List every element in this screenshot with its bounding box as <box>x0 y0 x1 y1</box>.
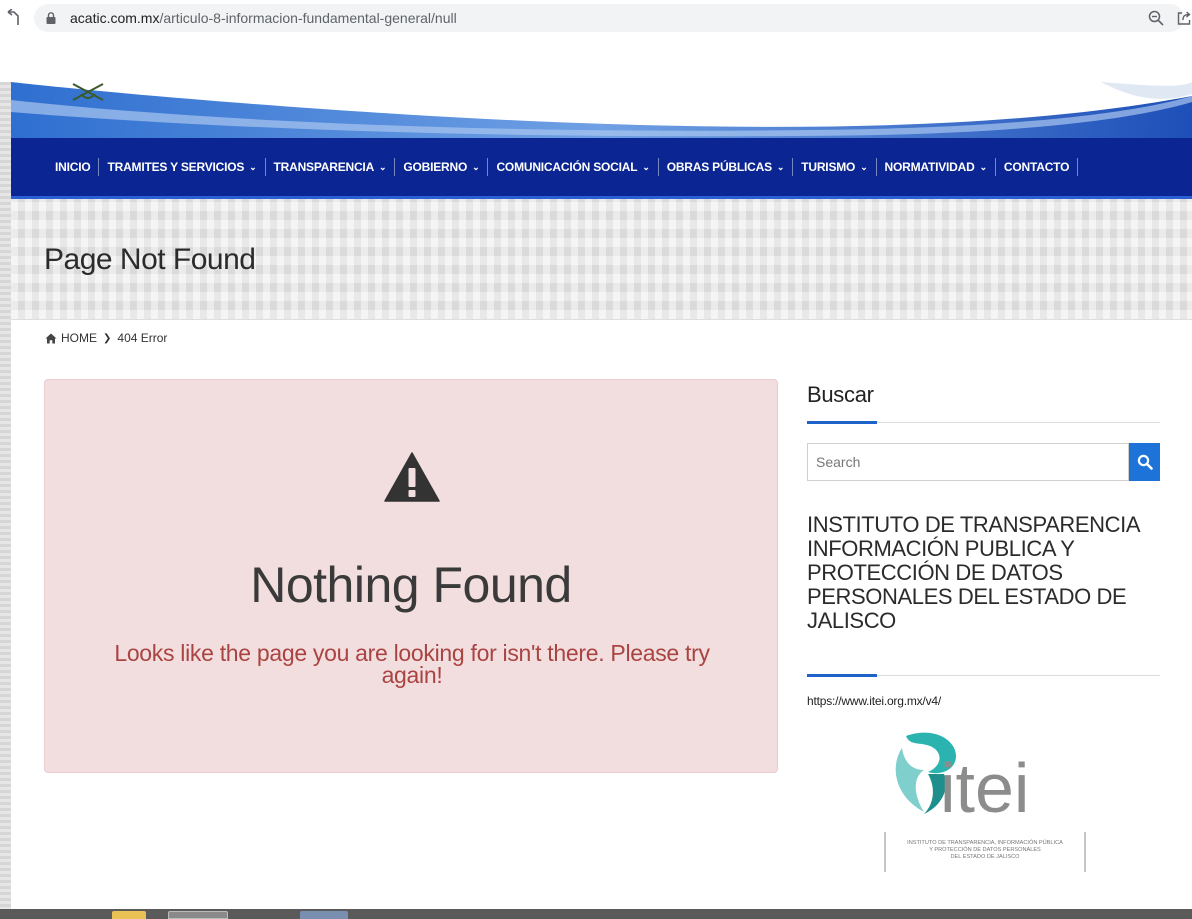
nav-item-label: TRAMITES Y SERVICIOS <box>107 160 245 174</box>
nav-item-contacto[interactable]: CONTACTO <box>996 158 1079 176</box>
nav-item-turismo[interactable]: TURISMO ⌄ <box>793 158 877 176</box>
main-navbar: INICIO TRAMITES Y SERVICIOS ⌄ TRANSPARENCIA… <box>11 138 1192 199</box>
breadcrumb-home-link[interactable]: HOME <box>61 331 97 345</box>
breadcrumb: HOME ❯ 404 Error <box>45 331 167 345</box>
nav-item-label: INICIO <box>55 160 91 174</box>
url-host: acatic.com.mx <box>70 10 160 26</box>
chevron-down-icon: ⌄ <box>249 162 257 172</box>
nav-item-label: COMUNICACIÓN SOCIAL <box>496 160 638 174</box>
nav-item-obras-públicas[interactable]: OBRAS PÚBLICAS ⌄ <box>659 158 794 176</box>
chevron-right-icon: ❯ <box>103 332 112 344</box>
share-icon[interactable] <box>1176 10 1192 26</box>
logo-caption-line-1: INSTITUTO DE TRANSPARENCIA, INFORMACIÓN … <box>907 839 1063 846</box>
nav-item-label: NORMATIVIDAD <box>884 160 975 174</box>
url-path: /articulo-8-informacion-fundamental-gene… <box>159 10 457 26</box>
itei-widget-heading: INSTITUTO DE TRANSPARENCIA INFORMACIÓN P… <box>807 512 1139 633</box>
page-title-band: Page Not Found <box>11 199 1192 320</box>
home-icon <box>45 333 57 343</box>
taskbar-app-icon[interactable] <box>300 911 348 919</box>
lock-icon <box>46 12 56 24</box>
itei-wordmark: itei <box>940 749 1029 827</box>
nav-item-label: CONTACTO <box>1003 160 1070 174</box>
not-found-message: Looks like the page you are looking for … <box>114 640 710 688</box>
nav-item-label: TRANSPARENCIA <box>273 160 375 174</box>
search-input[interactable] <box>807 443 1129 481</box>
nav-item-label: GOBIERNO <box>403 160 468 174</box>
zoom-icon[interactable] <box>1148 10 1164 26</box>
back-arrow-icon[interactable] <box>6 9 20 27</box>
search-button[interactable] <box>1129 443 1160 481</box>
chevron-down-icon: ⌄ <box>472 162 480 172</box>
header-banner <box>11 82 1192 138</box>
nav-menu: INICIO TRAMITES Y SERVICIOS ⌄ TRANSPARENCIA… <box>55 138 1079 196</box>
page-title: Page Not Found <box>44 243 256 276</box>
nav-item-inicio[interactable]: INICIO <box>55 158 100 176</box>
logo-caption-line-3: DEL ESTADO DE JALISCO <box>950 854 1020 860</box>
taskbar-browser-icon[interactable] <box>168 911 228 919</box>
nav-item-label: OBRAS PÚBLICAS <box>666 160 772 174</box>
breadcrumb-current: 404 Error <box>117 331 168 345</box>
taskbar-folder-icon[interactable] <box>112 911 146 919</box>
chevron-down-icon: ⌄ <box>379 162 387 172</box>
nav-item-label: TURISMO <box>801 160 856 174</box>
url-box[interactable]: acatic.com.mx/articulo-8-informacion-fun… <box>34 4 1191 32</box>
nav-item-gobierno[interactable]: GOBIERNO ⌄ <box>395 158 489 176</box>
search-widget-title: Buscar <box>807 382 874 407</box>
chevron-down-icon: ⌄ <box>776 162 785 172</box>
banner-wave-graphic <box>11 82 1192 138</box>
not-found-alert: Nothing Found Looks like the page you ar… <box>44 379 778 773</box>
divider-accent <box>807 421 877 424</box>
chevron-down-icon: ⌄ <box>860 162 868 172</box>
nav-item-normatividad[interactable]: NORMATIVIDAD ⌄ <box>877 158 996 176</box>
itei-link[interactable]: https://www.itei.org.mx/v4/ <box>807 694 941 708</box>
nav-item-transparencia[interactable]: TRANSPARENCIA ⌄ <box>266 158 396 176</box>
nav-item-tramites-y-servicios[interactable]: TRAMITES Y SERVICIOS ⌄ <box>99 158 266 176</box>
search-icon <box>1137 454 1153 470</box>
nothing-found-heading: Nothing Found <box>250 557 572 613</box>
url-text[interactable]: acatic.com.mx/articulo-8-informacion-fun… <box>70 10 457 26</box>
itei-logo[interactable]: itei INSTITUTO DE TRANSPARENCIA, INFORMA… <box>884 726 1086 876</box>
chevron-down-icon: ⌄ <box>642 162 650 172</box>
page-left-edge <box>0 82 11 919</box>
nav-item-comunicación-social[interactable]: COMUNICACIÓN SOCIAL ⌄ <box>488 158 659 176</box>
warning-icon <box>384 452 440 502</box>
logo-caption-line-2: Y PROTECCIÓN DE DATOS PERSONALES <box>929 846 1041 853</box>
chevron-down-icon: ⌄ <box>979 162 988 172</box>
browser-address-bar: acatic.com.mx/articulo-8-informacion-fun… <box>0 0 1192 36</box>
divider-accent <box>807 674 877 677</box>
